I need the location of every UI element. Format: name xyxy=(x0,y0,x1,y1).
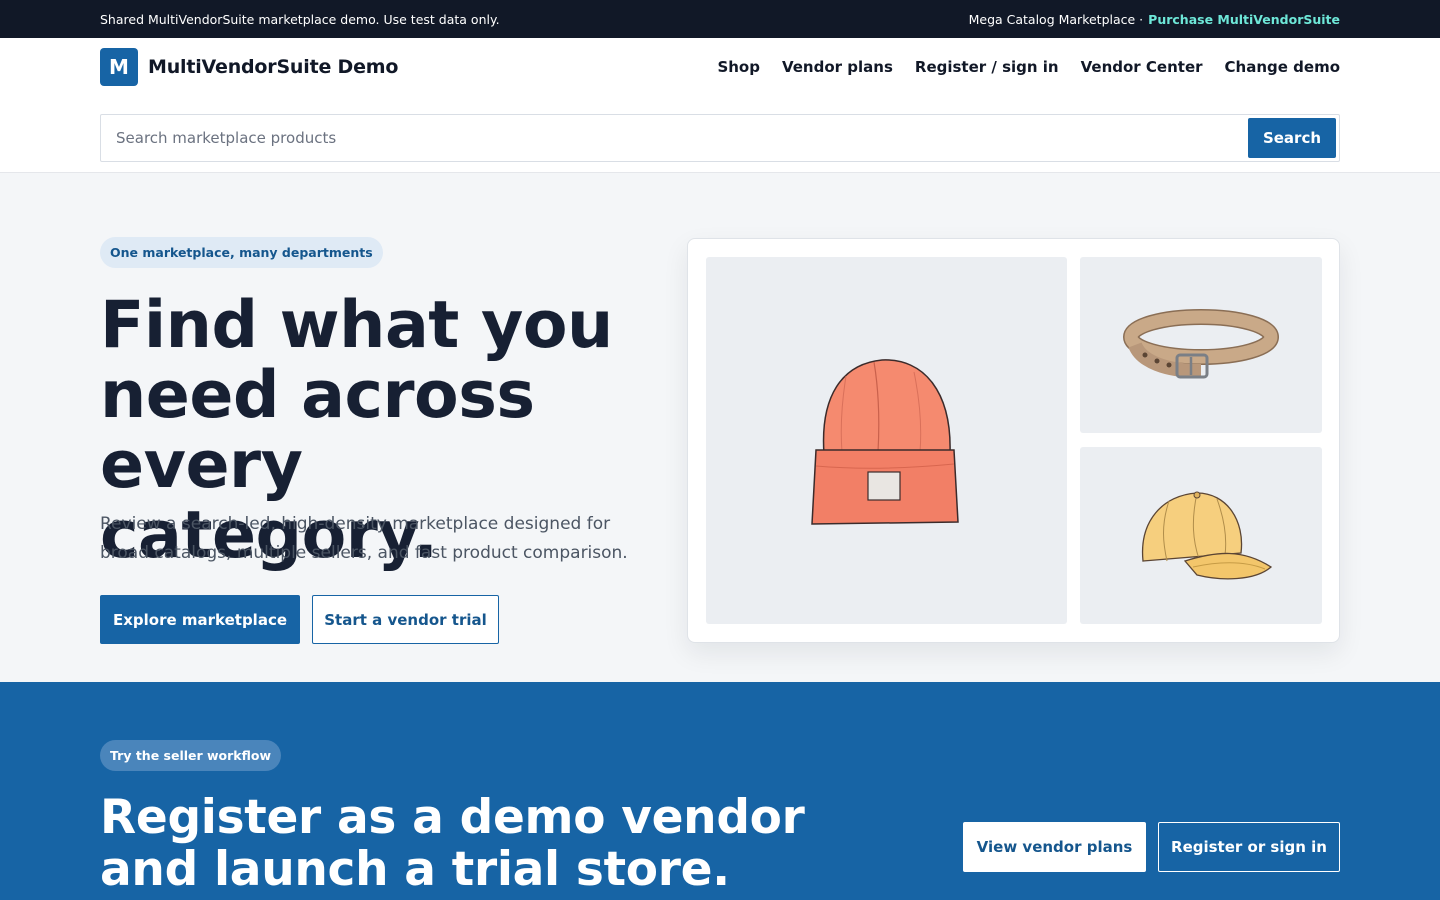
search-input[interactable] xyxy=(101,115,1241,161)
hero-description: Review a search-led, high-density market… xyxy=(100,514,628,563)
site-logo[interactable]: M MultiVendorSuite Demo xyxy=(100,48,398,86)
catalog-label: Mega Catalog Marketplace · xyxy=(968,11,1144,27)
announcement-bar: Shared MultiVendorSuite marketplace demo… xyxy=(0,0,1440,38)
search-button[interactable]: Search xyxy=(1248,118,1336,158)
belt-image xyxy=(1123,309,1279,379)
cap-tile[interactable] xyxy=(1080,447,1322,624)
nav-shop[interactable]: Shop xyxy=(717,58,760,76)
vendor-eyebrow-badge: Try the seller workflow xyxy=(100,740,282,771)
start-vendor-trial-button[interactable]: Start a vendor trial xyxy=(312,595,499,644)
main-nav: Shop Vendor plans Register / sign in Ven… xyxy=(717,58,1340,76)
cap-image xyxy=(1141,491,1273,579)
hero-section: One marketplace, many departments Find w… xyxy=(0,173,1440,682)
nav-change-demo[interactable]: Change demo xyxy=(1225,58,1340,76)
nav-register-sign-in[interactable]: Register / sign in xyxy=(915,58,1059,76)
demo-notice: Shared MultiVendorSuite marketplace demo… xyxy=(100,11,500,27)
vendor-cta-section: Try the seller workflow Register as a de… xyxy=(0,682,1440,900)
explore-marketplace-button[interactable]: Explore marketplace xyxy=(100,595,300,644)
site-header: M MultiVendorSuite Demo Shop Vendor plan… xyxy=(0,38,1440,173)
product-gallery xyxy=(687,238,1340,643)
beanie-tile[interactable] xyxy=(706,257,1067,624)
search-bar: Search xyxy=(100,114,1340,162)
beanie-image xyxy=(810,358,959,525)
brand-name: MultiVendorSuite Demo xyxy=(148,56,399,78)
register-sign-in-button[interactable]: Register or sign in xyxy=(1158,822,1340,872)
belt-tile[interactable] xyxy=(1080,257,1322,433)
nav-vendor-plans[interactable]: Vendor plans xyxy=(782,58,893,76)
view-vendor-plans-button[interactable]: View vendor plans xyxy=(963,822,1146,872)
logo-mark-icon: M xyxy=(100,48,138,86)
vendor-headline: Register as a demo vendor and launch a t… xyxy=(100,790,805,897)
purchase-link[interactable]: Purchase MultiVendorSuite xyxy=(1148,12,1340,27)
nav-vendor-center[interactable]: Vendor Center xyxy=(1081,58,1203,76)
announcement-right: Mega Catalog Marketplace · Purchase Mult… xyxy=(969,12,1340,27)
hero-eyebrow-badge: One marketplace, many departments xyxy=(100,237,383,268)
